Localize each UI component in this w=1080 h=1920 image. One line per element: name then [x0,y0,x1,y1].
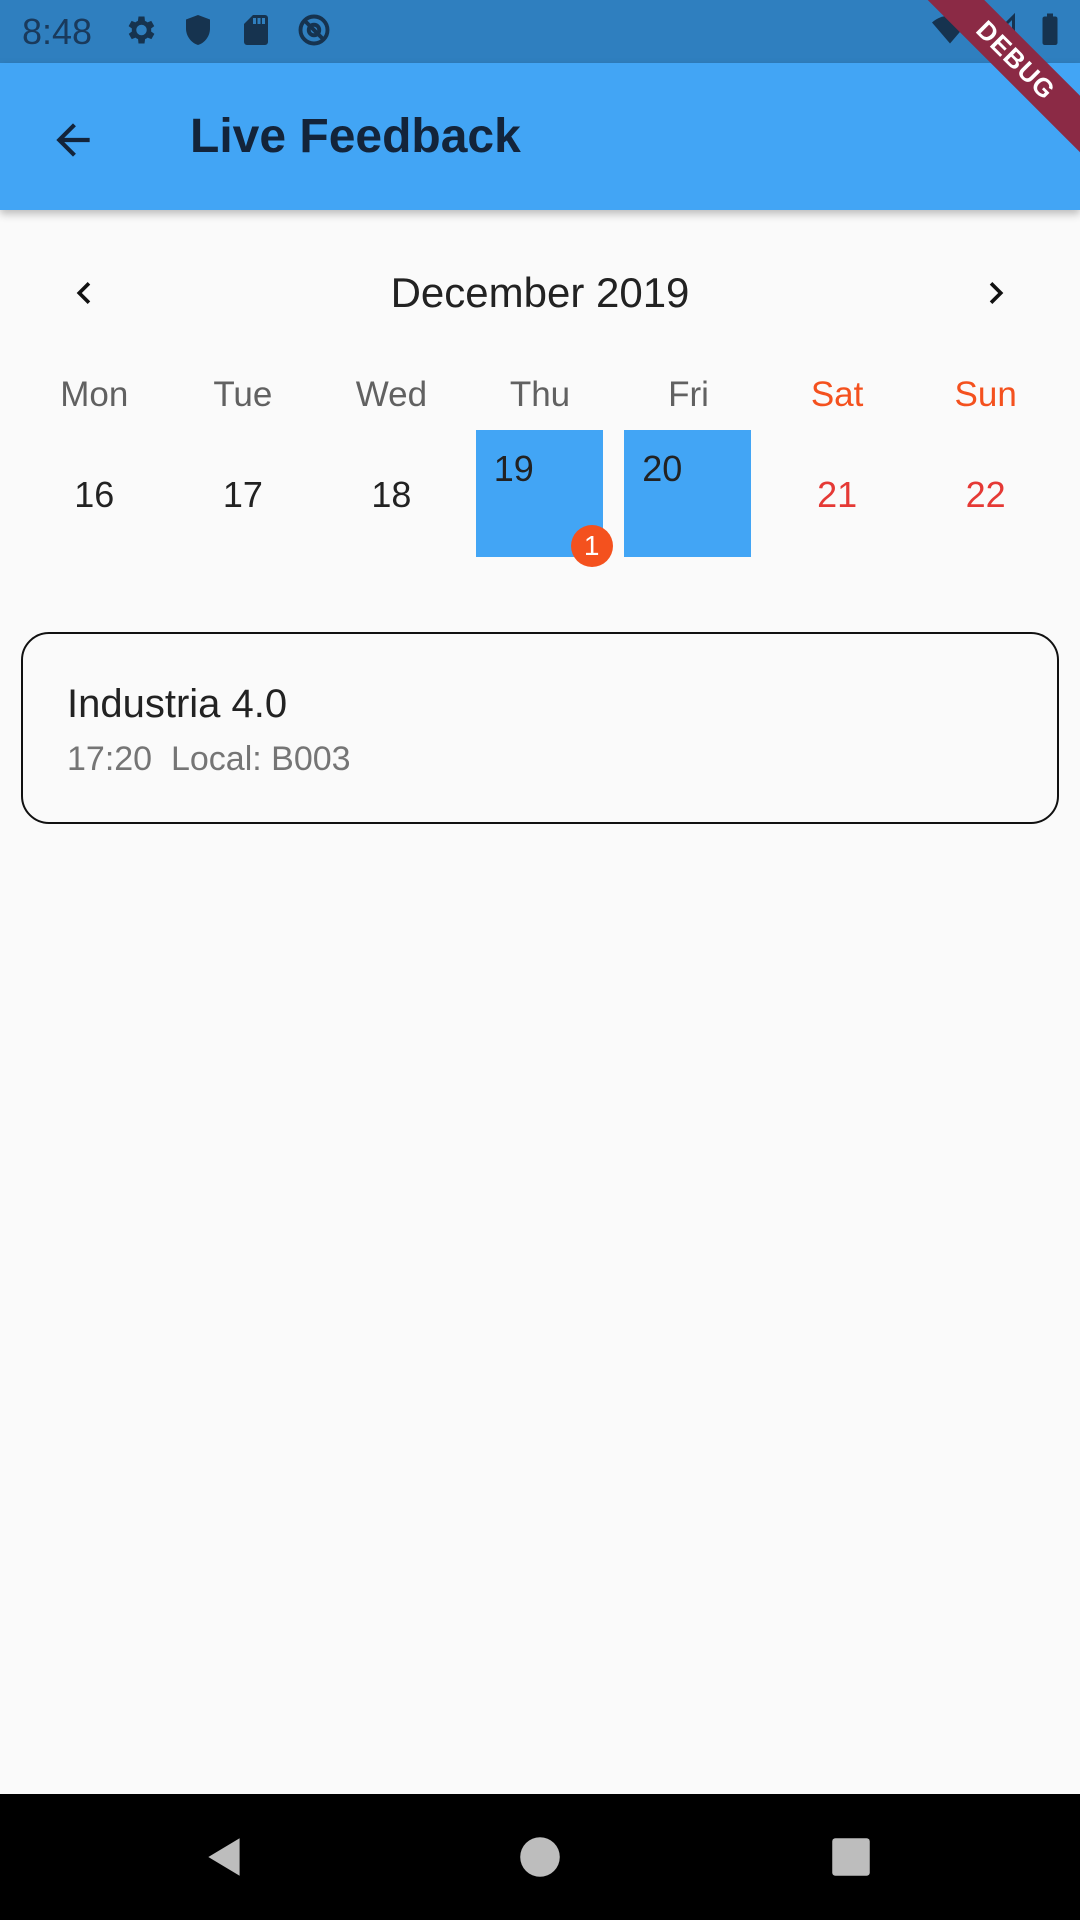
day-number: 18 [371,474,412,515]
event-card[interactable]: Industria 4.0 17:20 Local: B003 [21,632,1059,824]
sd-card-icon [238,12,274,48]
calendar-day[interactable]: 16 [20,430,169,557]
circle-home-icon [515,1837,565,1886]
weekday-label: Thu [509,375,571,414]
system-home-button[interactable] [515,1832,565,1882]
app-bar: Live Feedback [0,63,1080,210]
calendar-day-selected[interactable]: 20 [614,430,763,557]
system-recents-button[interactable] [826,1832,876,1882]
event-details: 17:20 Local: B003 [67,740,351,778]
back-button[interactable] [34,103,112,181]
day-number: 17 [222,474,263,515]
arrow-left-icon [48,115,98,170]
square-recents-icon [826,1838,876,1886]
event-count-badge: 1 [570,525,613,567]
weekday-label: Mon [60,375,129,414]
event-title: Industria 4.0 [67,682,288,726]
cell-signal-icon [982,12,1018,48]
next-week-button[interactable] [968,267,1024,323]
day-number: 16 [74,474,115,515]
calendar-day[interactable]: 17 [169,430,318,557]
shield-icon [180,12,216,48]
settings-icon [122,12,158,48]
triangle-back-icon [200,1838,250,1886]
calendar-day[interactable]: 21 [763,430,912,557]
page-title: Live Feedback [190,110,521,163]
system-back-button[interactable] [200,1832,250,1882]
weekday-label: Fri [668,375,709,414]
wifi-icon [932,12,968,48]
day-number: 21 [817,474,858,515]
weekday-header: Mon Tue Wed Thu Fri Sat Sun [20,375,1060,415]
weekday-label: Sat [810,375,864,414]
status-icons-right [932,12,1068,48]
weekday-label: Sun [954,375,1017,414]
calendar-day[interactable]: 22 [911,430,1060,557]
month-title: December 2019 [390,269,690,316]
status-icons-left [122,12,332,48]
system-navigation-bar [0,1794,1080,1920]
battery-icon [1032,12,1068,48]
weekday-label: Wed [355,375,428,414]
calendar-days-row: 16 17 18 19 1 20 21 22 [20,430,1060,567]
calendar-day-selected[interactable]: 19 1 [466,430,615,567]
calendar-day[interactable]: 18 [317,430,466,557]
weekday-label: Tue [213,375,273,414]
day-number: 22 [965,474,1006,515]
day-number: 19 [493,448,534,489]
calendar-header: December 2019 [0,255,1080,335]
chevron-right-icon [974,271,1018,320]
status-bar: 8:48 [0,0,1080,63]
day-number: 20 [642,448,683,489]
at-sign-icon [296,12,332,48]
status-time: 8:48 [22,11,93,52]
